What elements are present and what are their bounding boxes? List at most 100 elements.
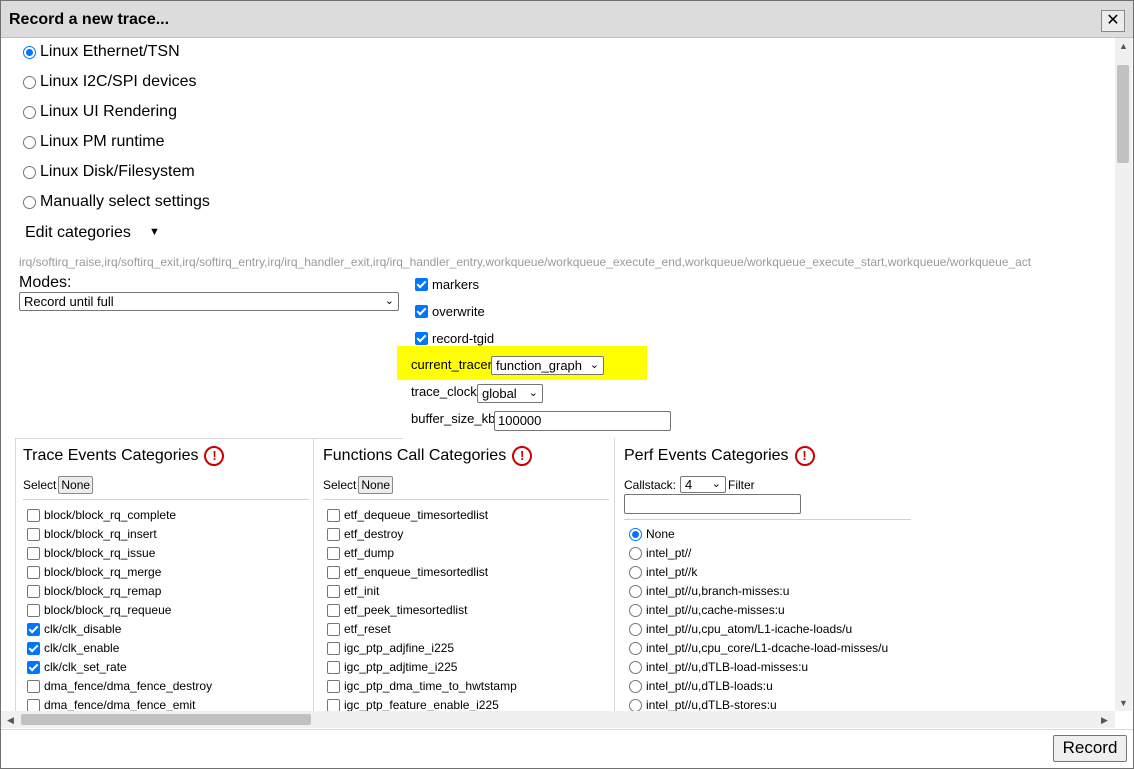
radio-icon[interactable] xyxy=(23,105,36,119)
list-item[interactable]: intel_pt//u,dTLB-loads:u xyxy=(629,679,773,693)
list-item[interactable]: etf_dequeue_timesortedlist xyxy=(327,508,488,522)
list-item[interactable]: etf_destroy xyxy=(327,527,403,541)
scroll-left-icon[interactable]: ◀ xyxy=(7,715,14,726)
callstack-select[interactable]: 4 ⌄ xyxy=(680,476,727,493)
list-item[interactable]: block/block_rq_requeue xyxy=(27,603,171,617)
radio-icon[interactable] xyxy=(23,195,36,209)
list-item[interactable]: intel_pt//k xyxy=(629,565,697,579)
scroll-right-icon[interactable]: ▶ xyxy=(1101,715,1108,726)
radio-icon[interactable] xyxy=(629,622,642,636)
list-item[interactable]: igc_ptp_dma_time_to_hwtstamp xyxy=(327,679,517,693)
checkbox-icon[interactable] xyxy=(27,565,40,579)
select-none-button[interactable]: None xyxy=(58,476,94,494)
modes-select[interactable]: Record until full ⌄ xyxy=(19,292,399,311)
list-item[interactable]: dma_fence/dma_fence_emit xyxy=(27,698,195,711)
checkbox-icon[interactable] xyxy=(327,584,340,598)
list-item[interactable]: intel_pt// xyxy=(629,546,691,560)
checkbox-icon[interactable] xyxy=(327,622,340,636)
radio-icon[interactable] xyxy=(629,565,642,579)
checkbox-icon[interactable] xyxy=(27,527,40,541)
current-tracer-select[interactable]: function_graph ⌄ xyxy=(491,356,604,375)
markers-option[interactable]: markers xyxy=(415,277,479,292)
radio-icon[interactable] xyxy=(23,165,36,179)
radio-icon[interactable] xyxy=(629,641,642,655)
close-button[interactable]: ✕ xyxy=(1101,10,1125,32)
list-item[interactable]: intel_pt//u,cpu_core/L1-dcache-load-miss… xyxy=(629,641,888,655)
checkbox-icon[interactable] xyxy=(327,546,340,560)
list-item[interactable]: clk/clk_set_rate xyxy=(27,660,127,674)
checkbox-icon[interactable] xyxy=(327,660,340,674)
radio-icon[interactable] xyxy=(23,45,36,59)
list-item[interactable]: intel_pt//u,branch-misses:u xyxy=(629,584,789,598)
checkbox-icon[interactable] xyxy=(415,332,428,345)
checkbox-icon[interactable] xyxy=(27,660,40,674)
checkbox-icon[interactable] xyxy=(27,508,40,522)
list-item[interactable]: block/block_rq_merge xyxy=(27,565,161,579)
checkbox-icon[interactable] xyxy=(415,278,428,291)
checkbox-icon[interactable] xyxy=(27,698,40,711)
radio-icon[interactable] xyxy=(23,135,36,149)
checkbox-icon[interactable] xyxy=(27,546,40,560)
preset-option[interactable]: Linux PM runtime xyxy=(23,131,165,153)
radio-icon[interactable] xyxy=(629,698,642,711)
scroll-up-icon[interactable]: ▲ xyxy=(1119,41,1128,51)
list-item[interactable]: None xyxy=(629,527,675,541)
overwrite-option[interactable]: overwrite xyxy=(415,304,485,319)
preset-option[interactable]: Linux Disk/Filesystem xyxy=(23,161,195,183)
list-item[interactable]: intel_pt//u,cache-misses:u xyxy=(629,603,785,617)
list-item[interactable]: block/block_rq_insert xyxy=(27,527,157,541)
list-item[interactable]: clk/clk_enable xyxy=(27,641,119,655)
radio-icon[interactable] xyxy=(629,527,642,541)
filter-input[interactable] xyxy=(624,494,801,514)
checkbox-icon[interactable] xyxy=(327,508,340,522)
list-item[interactable]: block/block_rq_issue xyxy=(27,546,155,560)
checkbox-icon[interactable] xyxy=(27,641,40,655)
checkbox-icon[interactable] xyxy=(27,622,40,636)
preset-option[interactable]: Manually select settings xyxy=(23,191,210,213)
list-item[interactable]: block/block_rq_remap xyxy=(27,584,161,598)
caret-down-icon[interactable]: ▼ xyxy=(149,226,160,238)
list-item[interactable]: etf_dump xyxy=(327,546,394,560)
list-item[interactable]: etf_enqueue_timesortedlist xyxy=(327,565,488,579)
radio-icon[interactable] xyxy=(23,75,36,89)
radio-icon[interactable] xyxy=(629,603,642,617)
list-item[interactable]: igc_ptp_feature_enable_i225 xyxy=(327,698,499,711)
record-button[interactable]: Record xyxy=(1053,735,1127,762)
scroll-down-icon[interactable]: ▼ xyxy=(1119,698,1128,708)
checkbox-icon[interactable] xyxy=(27,679,40,693)
trace-clock-select[interactable]: global ⌄ xyxy=(477,384,543,403)
record-tgid-option[interactable]: record-tgid xyxy=(415,331,494,346)
radio-icon[interactable] xyxy=(629,679,642,693)
list-item[interactable]: intel_pt//u,cpu_atom/L1-icache-loads/u xyxy=(629,622,852,636)
checkbox-icon[interactable] xyxy=(327,527,340,541)
radio-icon[interactable] xyxy=(629,584,642,598)
list-item[interactable]: etf_init xyxy=(327,584,379,598)
checkbox-icon[interactable] xyxy=(27,603,40,617)
radio-icon[interactable] xyxy=(629,660,642,674)
list-item[interactable]: intel_pt//u,dTLB-stores:u xyxy=(629,698,777,711)
checkbox-icon[interactable] xyxy=(327,679,340,693)
vertical-scroll-thumb[interactable] xyxy=(1117,65,1129,163)
checkbox-icon[interactable] xyxy=(415,305,428,318)
edit-categories-toggle[interactable]: Edit categories xyxy=(25,224,131,242)
list-item[interactable]: etf_reset xyxy=(327,622,391,636)
list-item[interactable]: clk/clk_disable xyxy=(27,622,121,636)
preset-option[interactable]: Linux Ethernet/TSN xyxy=(23,41,180,63)
horizontal-scroll-thumb[interactable] xyxy=(21,714,311,725)
list-item[interactable]: intel_pt//u,dTLB-load-misses:u xyxy=(629,660,808,674)
radio-icon[interactable] xyxy=(629,546,642,560)
checkbox-icon[interactable] xyxy=(327,565,340,579)
checkbox-icon[interactable] xyxy=(27,584,40,598)
list-item[interactable]: block/block_rq_complete xyxy=(27,508,176,522)
list-item[interactable]: igc_ptp_adjfine_i225 xyxy=(327,641,454,655)
checkbox-icon[interactable] xyxy=(327,698,340,711)
select-none-button[interactable]: None xyxy=(358,476,394,494)
list-item[interactable]: etf_peek_timesortedlist xyxy=(327,603,467,617)
list-item[interactable]: igc_ptp_adjtime_i225 xyxy=(327,660,457,674)
buffer-size-input[interactable]: 100000 xyxy=(494,411,671,431)
checkbox-icon[interactable] xyxy=(327,641,340,655)
checkbox-icon[interactable] xyxy=(327,603,340,617)
list-item[interactable]: dma_fence/dma_fence_destroy xyxy=(27,679,212,693)
preset-option[interactable]: Linux I2C/SPI devices xyxy=(23,71,197,93)
preset-option[interactable]: Linux UI Rendering xyxy=(23,101,177,123)
